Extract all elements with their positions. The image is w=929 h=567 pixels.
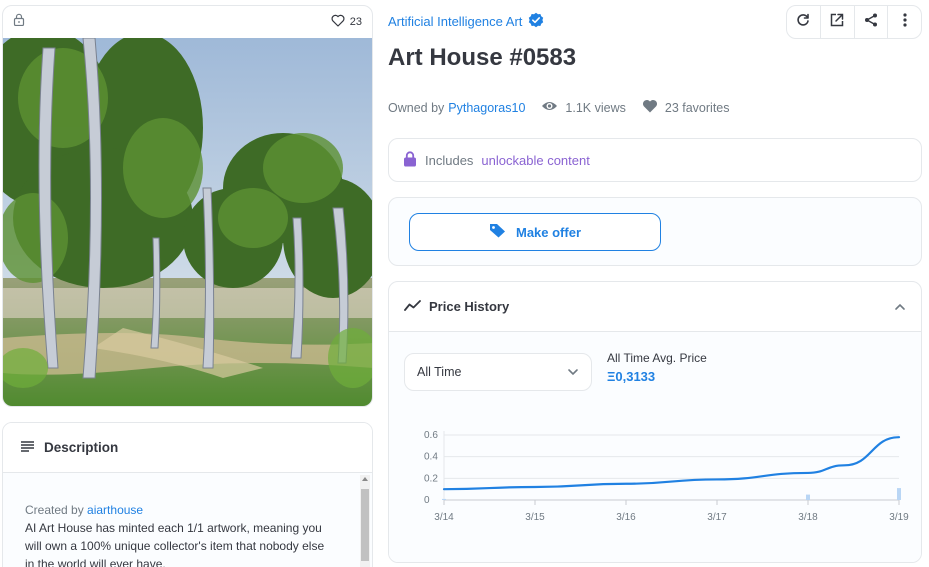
favorites-count: 23 favorites xyxy=(664,100,730,115)
favorite-count: 23 xyxy=(349,16,362,28)
y-tick-label: 0.2 xyxy=(424,473,438,484)
price-history-title: Price History xyxy=(429,299,510,314)
description-scrollbar[interactable] xyxy=(360,475,370,567)
x-tick-label: 3/19 xyxy=(889,512,909,523)
price-history-body: All Time All Time Avg. Price Ξ0,3133 0 0.… xyxy=(389,332,921,562)
favorites-stat: 23 favorites xyxy=(642,99,730,116)
x-tick-label: 3/15 xyxy=(525,512,545,523)
scrollbar-thumb[interactable] xyxy=(361,489,369,561)
price-history-panel: Price History All Time All Time Avg. Pri… xyxy=(388,281,922,563)
x-tick-label: 3/17 xyxy=(707,512,727,523)
unlockable-content-link[interactable]: unlockable content xyxy=(481,153,589,168)
created-by-label: Created by xyxy=(25,503,84,517)
owned-by-label: Owned by xyxy=(388,100,445,115)
y-tick-label: 0.4 xyxy=(424,452,438,463)
views-count: 1.1K views xyxy=(565,100,626,115)
more-icon xyxy=(903,12,907,32)
make-offer-label: Make offer xyxy=(515,224,582,240)
price-line xyxy=(442,436,901,491)
verified-badge-icon xyxy=(528,12,544,31)
refresh-icon xyxy=(796,13,810,32)
time-range-select[interactable]: All Time xyxy=(404,353,592,391)
description-text: AI Art House has minted each 1/1 artwork… xyxy=(25,521,325,567)
more-options-button[interactable] xyxy=(888,6,921,38)
nft-artwork-image[interactable] xyxy=(3,28,372,406)
scroll-up-arrow-icon[interactable] xyxy=(362,477,368,481)
collection-row: Artificial Intelligence Art xyxy=(388,12,544,31)
description-title: Description xyxy=(44,440,119,455)
y-tick-label: 0 xyxy=(424,495,430,506)
creator-link[interactable]: aiarthouse xyxy=(87,503,143,517)
heart-filled-icon xyxy=(642,99,658,116)
description-body: Created by aiarthouse AI Art House has m… xyxy=(3,473,372,567)
trend-line-icon xyxy=(404,299,421,314)
lock-filled-icon xyxy=(403,150,417,170)
time-range-value: All Time xyxy=(417,365,462,379)
avg-price-value: Ξ0,3133 xyxy=(607,369,656,384)
y-tick-label: 0.6 xyxy=(424,430,438,441)
nft-image-card: 23 xyxy=(2,5,373,407)
tag-icon xyxy=(489,223,506,241)
item-toolbar xyxy=(786,5,922,39)
image-card-header: 23 xyxy=(3,6,372,38)
x-tick-label: 3/16 xyxy=(616,512,636,523)
price-history-chart[interactable]: 0 0.2 0.4 0.6 3/14 3/15 3/16 3/17 3/18 3/19 xyxy=(389,412,922,563)
price-history-header[interactable]: Price History xyxy=(389,282,921,332)
external-link-icon xyxy=(830,13,844,32)
volume-bar xyxy=(806,494,810,500)
volume-bar xyxy=(897,488,901,500)
unlockable-content-banner: Includes unlockable content xyxy=(388,138,922,182)
heart-outline-icon xyxy=(331,14,345,30)
description-lines-icon xyxy=(21,440,34,455)
lock-icon xyxy=(13,13,25,31)
x-tick-label: 3/14 xyxy=(434,512,454,523)
owner-link[interactable]: Pythagoras10 xyxy=(448,101,525,115)
share-icon xyxy=(864,13,878,32)
collection-link[interactable]: Artificial Intelligence Art xyxy=(388,14,522,29)
unlockable-prefix: Includes xyxy=(425,152,474,168)
views-stat: 1.1K views xyxy=(541,100,626,115)
external-link-button[interactable] xyxy=(821,6,855,38)
favorite-button[interactable]: 23 xyxy=(331,14,362,30)
chevron-up-icon[interactable] xyxy=(894,299,906,314)
description-panel: Description Created by aiarthouse AI Art… xyxy=(2,422,373,567)
description-header[interactable]: Description xyxy=(3,423,372,473)
item-title: Art House #0583 xyxy=(388,44,577,71)
refresh-button[interactable] xyxy=(787,6,821,38)
avg-price-label: All Time Avg. Price xyxy=(607,351,707,365)
owner-row: Owned by Pythagoras10 1.1K views 23 favo… xyxy=(388,99,730,116)
x-tick-label: 3/18 xyxy=(798,512,818,523)
offer-panel: Make offer xyxy=(388,197,922,266)
make-offer-button[interactable]: Make offer xyxy=(409,213,661,251)
volume-bar xyxy=(442,498,446,500)
eye-icon xyxy=(541,100,558,115)
chevron-down-icon xyxy=(567,365,579,379)
share-button[interactable] xyxy=(855,6,889,38)
